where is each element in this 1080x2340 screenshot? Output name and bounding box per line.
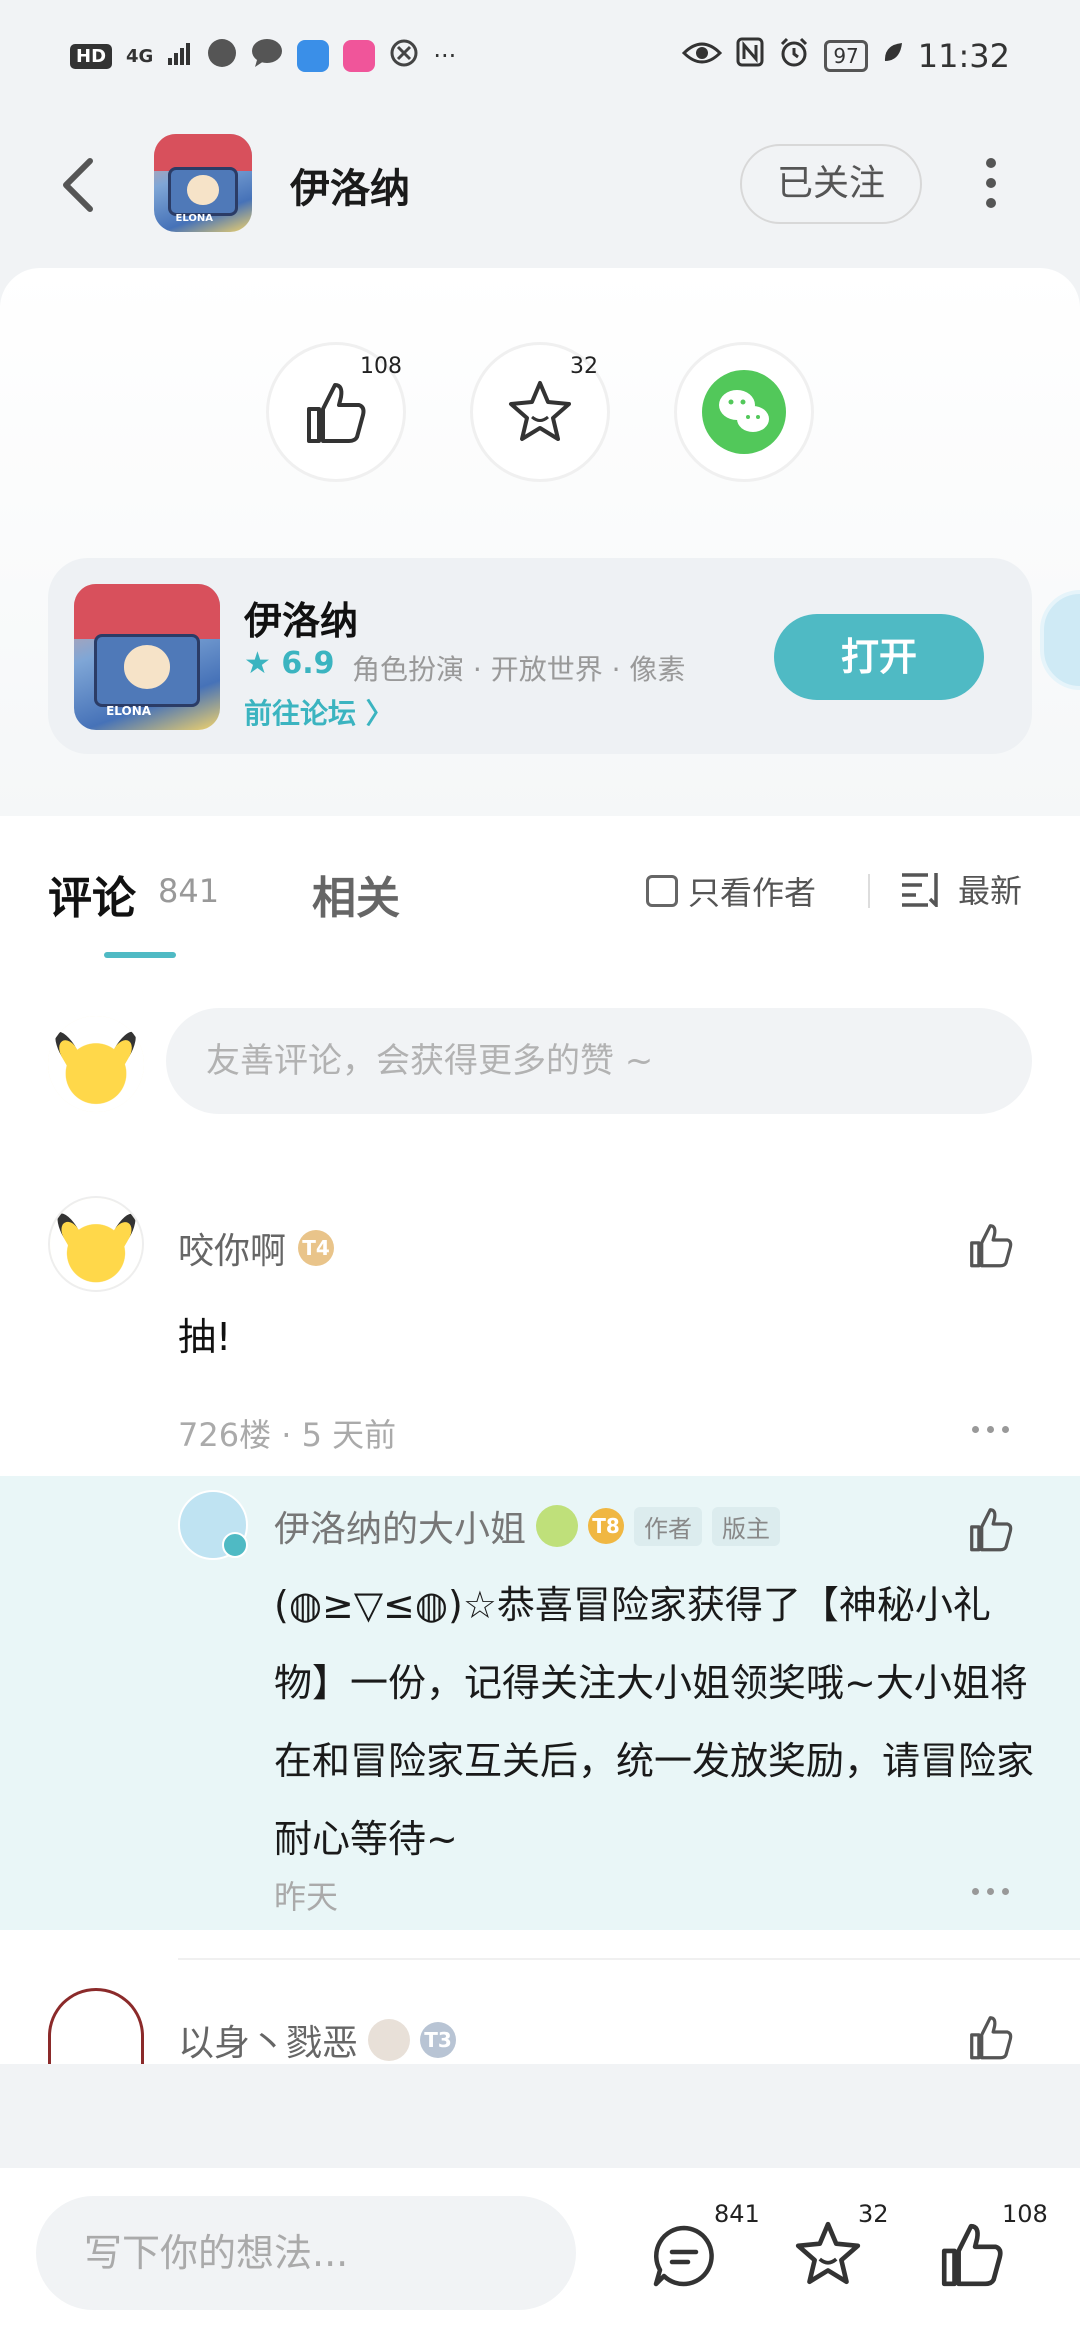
bottom-comment-count: 841 [714, 2200, 760, 2228]
user-emblem-icon [368, 2019, 411, 2061]
game-tags: 角色扮演 · 开放世界 · 像素 [352, 653, 686, 686]
status-left: HD 4G ··· [70, 38, 456, 74]
battery-indicator: 97 [824, 40, 868, 72]
wechat-share-button[interactable] [674, 342, 814, 482]
user-emblem-icon [536, 1505, 579, 1547]
active-tab-indicator [104, 952, 176, 958]
sort-icon [902, 873, 938, 907]
comment-like-button[interactable] [966, 1220, 1016, 1274]
reply-time: 昨天 [274, 1878, 339, 1916]
comment-username[interactable]: 咬你啊 [178, 1222, 286, 1274]
reply-text: (◍≥▽≤◍)☆恭喜冒险家获得了【神秘小礼物】一份，记得关注大小姐领奖哦~大小姐… [274, 1583, 1035, 1861]
thumbs-up-icon [307, 383, 366, 443]
only-author-label: 只看作者 [688, 874, 817, 912]
page-title: 伊洛纳 [290, 166, 410, 212]
comment-bubble-icon [653, 2225, 714, 2287]
game-card-icon-label: ELONA [106, 704, 152, 719]
reply-like-button[interactable] [966, 1504, 1016, 1558]
video-app-icon [343, 40, 376, 72]
forum-link[interactable]: 前往论坛 〉 [244, 692, 394, 732]
comment-username[interactable]: 以身丶戮恶 [178, 2014, 358, 2066]
star-icon [795, 2221, 861, 2285]
follow-button[interactable]: 已关注 [740, 144, 922, 224]
game-card-name: 伊洛纳 [244, 599, 359, 643]
tab-comments-count: 841 [158, 872, 220, 910]
comment-more-icon[interactable] [972, 1426, 1009, 1433]
weather-app-icon [297, 40, 330, 72]
thumbs-up-icon [941, 2223, 1003, 2287]
my-avatar[interactable] [48, 1016, 144, 1112]
reply-username[interactable]: 伊洛纳的大小姐 [274, 1500, 526, 1552]
bottom-star-button[interactable] [792, 2218, 864, 2294]
comment-avatar[interactable] [48, 1196, 144, 1292]
comment-text: 抽! [178, 1315, 232, 1359]
only-author-checkbox[interactable] [646, 875, 678, 907]
more-notifications-icon: ··· [433, 42, 457, 70]
rating-star-icon: ★ [244, 646, 271, 681]
comment-input[interactable]: 友善评论，会获得更多的赞 ~ [166, 1008, 1032, 1114]
eye-icon [682, 37, 723, 75]
sort-button[interactable]: 最新 [900, 866, 1022, 912]
blocked-icon [389, 38, 419, 74]
game-rating: ★ 6.9 [244, 646, 335, 681]
bottom-comment-button[interactable] [650, 2222, 718, 2294]
nfc-icon [736, 37, 764, 75]
verified-icon [222, 1532, 248, 1558]
thumbs-up-icon [970, 1224, 1013, 1268]
leaf-icon [882, 37, 904, 75]
reply-more-icon[interactable] [972, 1888, 1009, 1895]
author-tag: 作者 [634, 1506, 703, 1546]
level-badge: T4 [298, 1230, 335, 1266]
comment-meta: 726楼 · 5 天前 [178, 1416, 397, 1454]
level-badge: T8 [588, 1508, 625, 1544]
chevron-left-icon [63, 158, 93, 212]
bottom-like-count: 108 [1002, 2200, 1048, 2228]
tab-related[interactable]: 相关 [312, 862, 400, 926]
bottom-comment-input[interactable]: 写下你的想法... [36, 2196, 576, 2310]
more-options-icon[interactable] [976, 158, 1006, 208]
forum-link-label: 前往论坛 [244, 697, 357, 730]
bottom-like-button[interactable] [936, 2218, 1008, 2294]
thumbs-up-icon [970, 1508, 1013, 1552]
open-game-button[interactable]: 打开 [774, 614, 984, 700]
comment-header: 咬你啊 T4 [178, 1222, 335, 1274]
message-app-icon [251, 38, 283, 74]
bottom-star-count: 32 [858, 2200, 889, 2228]
hd-indicator: HD [70, 43, 113, 69]
comment-separator [178, 1958, 1080, 1960]
tab-comments[interactable]: 评论 [48, 862, 136, 926]
back-button[interactable] [58, 155, 108, 215]
star-action-count: 32 [570, 354, 598, 379]
star-icon [509, 381, 571, 441]
sort-label: 最新 [958, 872, 1023, 910]
like-action-count: 108 [360, 354, 402, 379]
chevron-right-icon: 〉 [365, 697, 394, 730]
status-right: 97 11:32 [682, 36, 1010, 76]
reply-header: 伊洛纳的大小姐 T8 作者 版主 [274, 1500, 781, 1552]
thumbs-up-icon [970, 2016, 1013, 2060]
game-icon-label: ELONA [175, 213, 214, 225]
signal-indicator: 4G [126, 45, 154, 67]
voice-app-icon [207, 38, 237, 74]
comment-like-button[interactable] [966, 2012, 1016, 2066]
rating-value: 6.9 [281, 646, 335, 681]
moderator-tag: 版主 [712, 1506, 781, 1546]
signal-bars-icon [167, 40, 193, 72]
level-badge: T3 [420, 2022, 457, 2058]
game-card-icon[interactable]: ELONA [74, 584, 220, 730]
game-icon[interactable]: ELONA [154, 134, 252, 232]
clock-time: 11:32 [917, 37, 1010, 75]
bottom-spacer [0, 2064, 1080, 2168]
alarm-icon [778, 36, 810, 76]
wechat-icon [702, 370, 786, 454]
comment-header: 以身丶戮恶 T3 [178, 2014, 457, 2066]
only-author-toggle[interactable]: 只看作者 [646, 868, 816, 914]
filter-divider [868, 874, 870, 908]
